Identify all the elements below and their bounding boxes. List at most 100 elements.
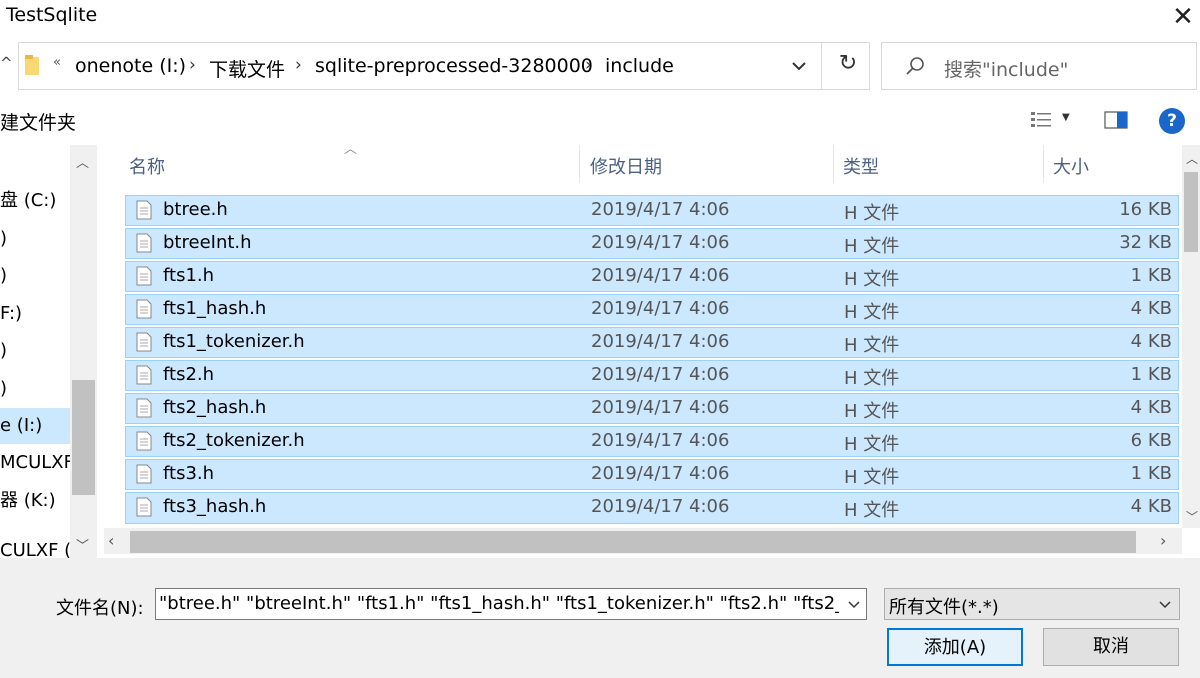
file-type: H 文件 bbox=[844, 401, 900, 422]
file-row[interactable]: fts3.h 2019/4/17 4:06 H 文件 1 KB bbox=[125, 459, 1179, 490]
file-row[interactable]: fts2_hash.h 2019/4/17 4:06 H 文件 4 KB bbox=[125, 393, 1179, 424]
file-size: 32 KB bbox=[1119, 232, 1172, 253]
search-box[interactable]: 搜索"include" bbox=[881, 42, 1197, 90]
chevron-down-icon[interactable] bbox=[787, 53, 811, 79]
breadcrumb-separator-icon[interactable]: › bbox=[585, 55, 592, 75]
scroll-down-icon[interactable]: ﹀ bbox=[1186, 508, 1198, 525]
add-button[interactable]: 添加(A) bbox=[887, 628, 1023, 666]
file-type: H 文件 bbox=[844, 368, 900, 389]
file-type: H 文件 bbox=[844, 203, 900, 224]
file-name: fts1_tokenizer.h bbox=[163, 331, 305, 352]
file-icon bbox=[136, 200, 152, 220]
file-icon bbox=[136, 299, 152, 319]
breadcrumb-include[interactable]: include bbox=[605, 55, 674, 77]
nav-item-drive[interactable]: ) bbox=[0, 333, 7, 369]
up-arrow-icon[interactable]: ^ bbox=[0, 54, 13, 72]
folder-icon bbox=[25, 55, 39, 75]
nav-item-drive[interactable]: ) bbox=[0, 258, 7, 294]
scroll-up-icon[interactable]: ︿ bbox=[76, 152, 89, 171]
nav-item-drive-f[interactable]: F:) bbox=[0, 296, 22, 332]
file-size: 4 KB bbox=[1130, 496, 1172, 517]
column-header-size[interactable]: 大小 bbox=[1053, 153, 1089, 179]
filename-value[interactable]: "btree.h" "btreeInt.h" "fts1.h" "fts1_ha… bbox=[159, 593, 839, 614]
file-date: 2019/4/17 4:06 bbox=[591, 232, 730, 253]
list-horizontal-scrollbar-thumb[interactable] bbox=[130, 531, 1136, 553]
preview-pane-icon[interactable] bbox=[1104, 111, 1128, 129]
file-date: 2019/4/17 4:06 bbox=[591, 430, 730, 451]
file-size: 4 KB bbox=[1130, 298, 1172, 319]
breadcrumb-separator-icon[interactable]: › bbox=[295, 55, 302, 75]
file-row[interactable]: btreeInt.h 2019/4/17 4:06 H 文件 32 KB bbox=[125, 228, 1179, 259]
view-options-dropdown-icon[interactable]: ▼ bbox=[1062, 112, 1070, 123]
nav-item-culxf[interactable]: CULXF ( bbox=[0, 533, 71, 558]
nav-item-mculxf[interactable]: MCULXF bbox=[0, 445, 74, 481]
file-type: H 文件 bbox=[844, 302, 900, 323]
file-name: fts3.h bbox=[163, 463, 215, 484]
file-type: H 文件 bbox=[844, 236, 900, 257]
file-date: 2019/4/17 4:06 bbox=[591, 331, 730, 352]
file-date: 2019/4/17 4:06 bbox=[591, 463, 730, 484]
nav-item-drive-k[interactable]: 器 (K:) bbox=[0, 483, 56, 519]
nav-item-drive[interactable]: ) bbox=[0, 371, 7, 407]
file-size: 4 KB bbox=[1130, 331, 1172, 352]
nav-scrollbar-thumb[interactable] bbox=[72, 380, 95, 495]
refresh-icon[interactable]: ↻ bbox=[833, 51, 863, 81]
search-placeholder[interactable]: 搜索"include" bbox=[944, 55, 1068, 82]
nav-scrollbar[interactable] bbox=[70, 145, 97, 558]
file-name: fts3_hash.h bbox=[163, 496, 267, 517]
filename-label: 文件名(N): bbox=[56, 598, 144, 619]
file-date: 2019/4/17 4:06 bbox=[591, 397, 730, 418]
file-row[interactable]: fts2.h 2019/4/17 4:06 H 文件 1 KB bbox=[125, 360, 1179, 391]
file-row[interactable]: fts1_hash.h 2019/4/17 4:06 H 文件 4 KB bbox=[125, 294, 1179, 325]
file-icon bbox=[136, 332, 152, 352]
file-date: 2019/4/17 4:06 bbox=[591, 364, 730, 385]
scroll-right-icon[interactable]: › bbox=[1160, 531, 1166, 550]
file-row[interactable]: btree.h 2019/4/17 4:06 H 文件 16 KB bbox=[125, 195, 1179, 226]
scroll-left-icon[interactable]: ‹ bbox=[108, 531, 114, 550]
file-date: 2019/4/17 4:06 bbox=[591, 298, 730, 319]
column-header-type[interactable]: 类型 bbox=[843, 153, 879, 179]
file-name: fts1.h bbox=[163, 265, 215, 286]
file-type-filter[interactable]: 所有文件(*.*) bbox=[884, 588, 1180, 620]
file-icon bbox=[136, 233, 152, 253]
file-icon bbox=[136, 266, 152, 286]
column-header-name[interactable]: 名称 bbox=[129, 153, 165, 179]
file-icon bbox=[136, 398, 152, 418]
file-size: 1 KB bbox=[1130, 463, 1172, 484]
file-name: fts2_tokenizer.h bbox=[163, 430, 305, 451]
breadcrumb-sqlite-folder[interactable]: sqlite-preprocessed-3280000 bbox=[315, 55, 593, 77]
nav-item-drive[interactable]: ) bbox=[0, 221, 7, 257]
chevron-down-icon[interactable] bbox=[1157, 595, 1173, 613]
column-divider[interactable] bbox=[833, 145, 834, 183]
window-title: TestSqlite bbox=[6, 4, 98, 26]
column-divider[interactable] bbox=[1043, 145, 1044, 183]
nav-item-drive-i[interactable]: e (I:) bbox=[0, 408, 42, 444]
file-row[interactable]: fts2_tokenizer.h 2019/4/17 4:06 H 文件 6 K… bbox=[125, 426, 1179, 457]
address-bar[interactable]: « onenote (I:) › 下载文件 › sqlite-preproces… bbox=[18, 42, 870, 90]
file-type: H 文件 bbox=[844, 434, 900, 455]
breadcrumb-drive[interactable]: onenote (I:) bbox=[75, 55, 186, 77]
nav-item-drive-c[interactable]: 盘 (C:) bbox=[0, 183, 56, 219]
file-size: 1 KB bbox=[1130, 364, 1172, 385]
file-type: H 文件 bbox=[844, 467, 900, 488]
scroll-up-icon[interactable]: ︿ bbox=[1186, 150, 1198, 167]
file-name: fts2_hash.h bbox=[163, 397, 267, 418]
list-vertical-scrollbar-thumb[interactable] bbox=[1184, 172, 1198, 252]
overflow-chevron-icon[interactable]: « bbox=[53, 55, 61, 70]
scroll-down-icon[interactable]: ﹀ bbox=[76, 535, 89, 554]
breadcrumb-downloads[interactable]: 下载文件 bbox=[209, 55, 285, 82]
close-icon[interactable]: ✕ bbox=[1166, 0, 1200, 34]
file-row[interactable]: fts1_tokenizer.h 2019/4/17 4:06 H 文件 4 K… bbox=[125, 327, 1179, 358]
breadcrumb-separator-icon[interactable]: › bbox=[189, 55, 196, 75]
column-divider[interactable] bbox=[579, 145, 580, 183]
filename-input[interactable]: "btree.h" "btreeInt.h" "fts1.h" "fts1_ha… bbox=[155, 588, 867, 620]
help-icon[interactable]: ? bbox=[1159, 108, 1185, 134]
file-type: H 文件 bbox=[844, 500, 900, 521]
column-header-date[interactable]: 修改日期 bbox=[590, 153, 662, 179]
chevron-down-icon[interactable] bbox=[846, 595, 862, 613]
view-details-icon[interactable] bbox=[1030, 110, 1052, 130]
file-row[interactable]: fts3_hash.h 2019/4/17 4:06 H 文件 4 KB bbox=[125, 492, 1179, 524]
cancel-button[interactable]: 取消 bbox=[1043, 628, 1179, 666]
new-folder-button[interactable]: 建文件夹 bbox=[0, 108, 76, 135]
file-row[interactable]: fts1.h 2019/4/17 4:06 H 文件 1 KB bbox=[125, 261, 1179, 292]
